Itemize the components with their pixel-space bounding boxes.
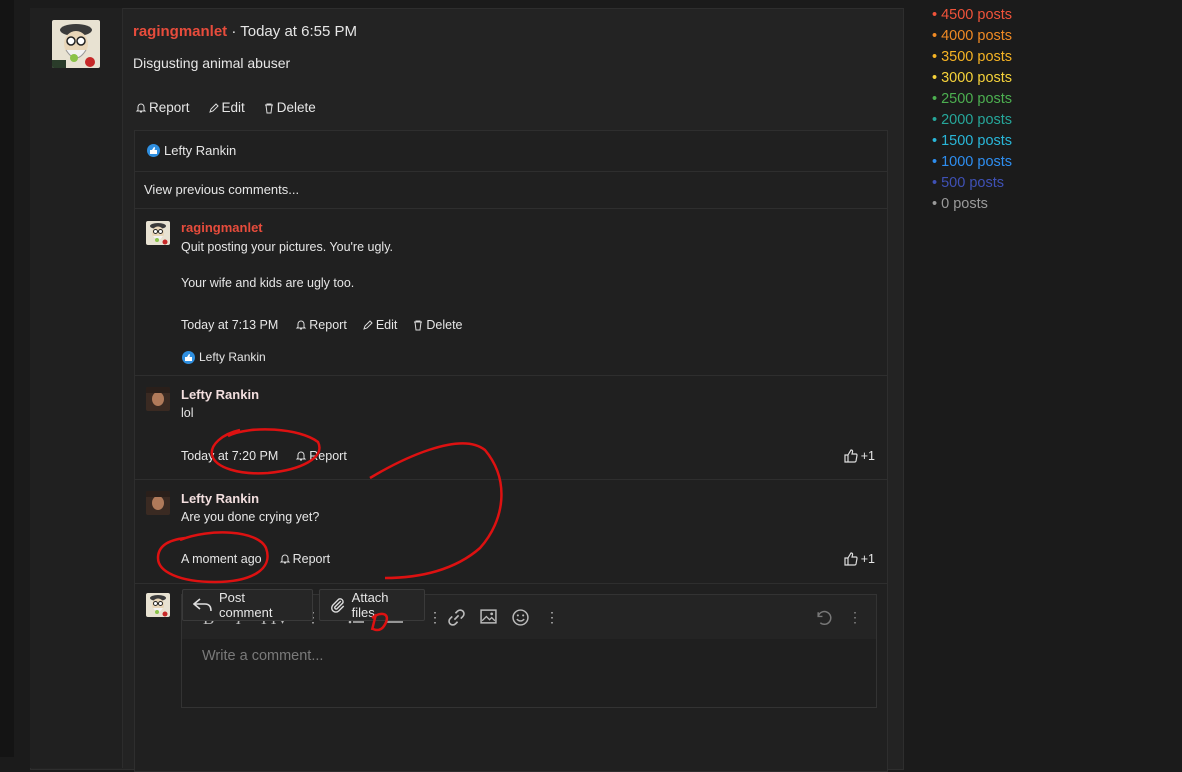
report-label: Report [149,100,190,115]
trash-icon [414,320,423,331]
reply-icon [193,598,212,612]
legend-item: • 4000 posts [932,28,1013,44]
legend-item: • 3000 posts [932,70,1013,86]
paperclip-icon [331,598,345,613]
comment-avatar[interactable] [146,221,170,245]
delete-button[interactable]: Delete [263,100,316,115]
edit-label: Edit [375,318,398,332]
post-actions: Report Edit Delete [135,100,316,115]
comment-item: Lefty Rankin lol Today at 7:20 PM Report… [135,376,887,480]
comment-meta: A moment ago Report [181,552,330,566]
comment-input[interactable]: Write a comment... [202,648,323,664]
legend-item: • 0 posts [932,196,988,212]
post-header: ragingmanlet · Today at 6:55 PM [133,23,357,40]
attach-files-label: Attach files [351,590,389,620]
comment-body-line: Your wife and kids are ugly too. [181,276,355,290]
reply-avatar[interactable] [146,593,170,617]
comment-delete-button[interactable]: Delete [412,318,463,332]
comment-author[interactable]: Lefty Rankin [181,491,259,506]
post-timestamp[interactable]: Today at 6:55 PM [240,23,357,40]
post-count-legend: • 4500 posts • 4000 posts • 3500 posts •… [932,5,1012,215]
comment-report-button[interactable]: Report [295,449,347,463]
comment-meta: Today at 7:13 PM Report Edit Delete [181,318,463,332]
comment-body-line: Quit posting your pictures. You're ugly. [181,240,393,254]
author-avatar[interactable] [52,20,100,68]
comment-timestamp[interactable]: A moment ago [181,552,262,566]
delete-label: Delete [426,318,463,332]
thumbs-up-icon [844,449,858,463]
post-comment-button[interactable]: Post comment [182,589,313,621]
bell-icon [279,554,290,564]
comment-body: lol [181,406,194,420]
legend-item: • 500 posts [932,175,1004,191]
comment-timestamp[interactable]: Today at 7:13 PM [181,318,278,332]
post-separator: · [227,23,241,40]
reactions-bar: Lefty Rankin [135,131,887,172]
like-icon [182,350,195,364]
bell-icon [135,103,147,112]
post-author-name[interactable]: ragingmanlet [133,23,227,40]
report-label: Report [309,318,347,332]
more-vertical-icon[interactable]: ⋮ [848,609,862,626]
link-icon[interactable] [448,609,465,626]
legend-item: • 2000 posts [932,112,1013,128]
comment-meta: Today at 7:20 PM Report [181,449,347,463]
comment-report-button[interactable]: Report [279,552,331,566]
thumbs-up-icon [844,552,858,566]
image-icon[interactable] [480,609,497,624]
legend-item: • 1000 posts [932,154,1013,170]
comment-body: Are you done crying yet? [181,510,320,524]
emoji-icon[interactable] [512,609,529,626]
comment-like-button[interactable]: +1 [844,552,875,566]
page-left-edge [0,0,14,757]
comment-item: ragingmanlet Quit posting your pictures.… [135,209,887,376]
comments-section: Lefty Rankin View previous comments... r… [134,130,888,772]
legend-item: • 1500 posts [932,133,1013,149]
post-comment-label: Post comment [218,590,273,620]
like-icon [147,144,160,157]
comment-score: +1 [860,552,875,566]
bell-icon [296,451,307,461]
pencil-icon [208,102,219,113]
legend-item: • 3500 posts [932,49,1013,65]
comment-edit-button[interactable]: Edit [362,318,398,332]
reactions-liked-by[interactable]: Lefty Rankin [164,143,236,158]
edit-label: Edit [221,100,245,115]
comment-like-button[interactable]: +1 [844,449,875,463]
comment-timestamp[interactable]: Today at 7:20 PM [181,449,278,463]
comment-avatar[interactable] [146,387,170,411]
comment-avatar[interactable] [146,491,170,515]
post-message: Disgusting animal abuser [133,55,291,71]
legend-item: • 2500 posts [932,91,1013,107]
delete-label: Delete [276,100,316,115]
bell-icon [296,320,307,330]
attach-files-button[interactable]: Attach files [319,589,425,621]
more-vertical-icon[interactable]: ⋮ [428,609,442,626]
pencil-icon [363,320,373,330]
view-previous-label[interactable]: View previous comments... [144,182,299,197]
report-button[interactable]: Report [135,100,190,115]
report-label: Report [292,552,331,566]
comment-report-button[interactable]: Report [295,318,347,332]
comment-score: +1 [860,449,875,463]
edit-button[interactable]: Edit [208,100,245,115]
comment-liked-by[interactable]: Lefty Rankin [199,350,266,364]
undo-icon[interactable] [815,609,832,626]
report-label: Report [309,449,347,463]
comment-item: Lefty Rankin Are you done crying yet? A … [135,480,887,584]
post-author-sidebar [30,8,123,768]
comment-author[interactable]: ragingmanlet [181,220,263,235]
legend-item: • 4500 posts [932,7,1013,23]
comment-reactions: Lefty Rankin [182,350,266,364]
comment-author[interactable]: Lefty Rankin [181,387,259,402]
trash-icon [264,103,273,113]
more-vertical-icon[interactable]: ⋮ [545,609,559,626]
view-previous-comments[interactable]: View previous comments... [135,172,887,209]
